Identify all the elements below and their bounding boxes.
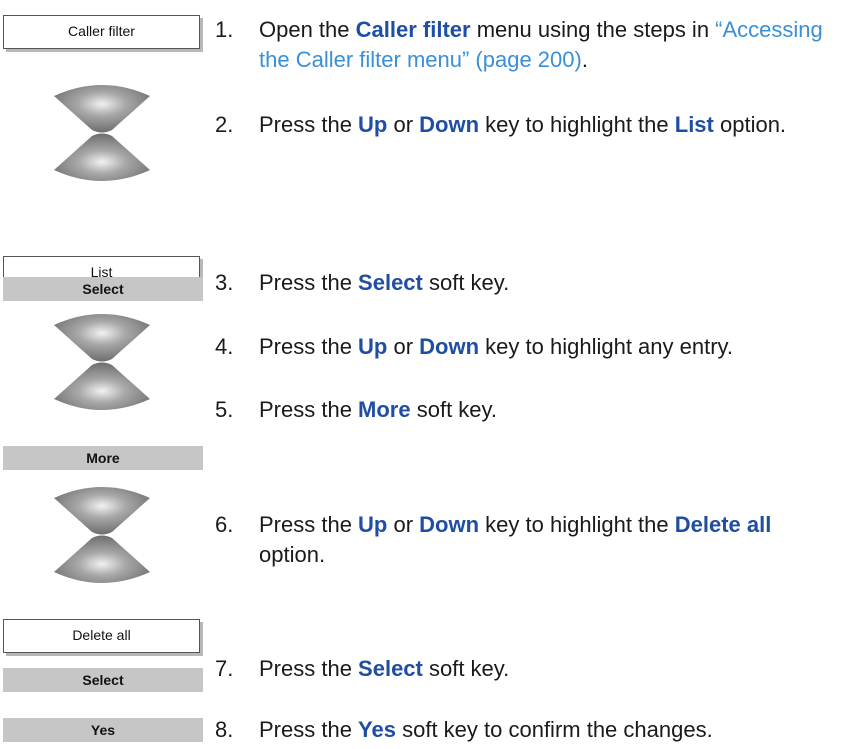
step-number: 8. (215, 717, 234, 742)
select-softkey: Select (3, 668, 203, 692)
step-text: or (387, 334, 420, 359)
keyword-down: Down (419, 334, 480, 359)
keyword-yes: Yes (358, 717, 396, 742)
step-2: 2. Press the Up or Down key to highlight… (215, 110, 840, 140)
select-softkey: Select (3, 277, 203, 301)
more-softkey: More (3, 446, 203, 470)
step-1: 1. Open the Caller filter menu using the… (215, 15, 840, 75)
step-number: 1. (215, 17, 234, 42)
keyword-select: Select (358, 270, 423, 295)
step-text: soft key. (422, 270, 510, 295)
delete-all-screen: Delete all (3, 619, 200, 653)
step-text: menu using the steps in (470, 17, 716, 42)
up-down-navigation-key-icon (54, 314, 150, 410)
step-4: 4. Press the Up or Down key to highlight… (215, 332, 840, 362)
step-text: soft key. (422, 656, 510, 681)
step-6: 6. Press the Up or Down key to highlight… (215, 510, 840, 570)
step-text: Press the (259, 512, 359, 537)
up-down-navigation-key-icon (54, 487, 150, 583)
step-7: 7. Press the Select soft key. (215, 654, 840, 684)
keyword-more: More (358, 397, 411, 422)
yes-softkey: Yes (3, 718, 203, 742)
step-text: . (581, 47, 588, 72)
step-text: soft key. (410, 397, 498, 422)
step-text: option. (259, 542, 326, 567)
step-text: option. (713, 112, 787, 137)
step-text: Press the (259, 270, 359, 295)
step-text: Press the (259, 656, 359, 681)
step-5: 5. Press the More soft key. (215, 395, 840, 425)
step-8: 8. Press the Yes soft key to confirm the… (215, 715, 840, 745)
caller-filter-screen: Caller filter (3, 15, 200, 49)
keyword-caller-filter: Caller filter (355, 17, 471, 42)
keyword-list: List (674, 112, 714, 137)
step-text: key to highlight the (479, 512, 675, 537)
step-text: or (387, 112, 420, 137)
step-3: 3. Press the Select soft key. (215, 268, 840, 298)
keyword-select: Select (358, 656, 423, 681)
step-text: soft key to confirm the changes. (395, 717, 713, 742)
step-text: Press the (259, 334, 359, 359)
step-text: Open the (259, 17, 356, 42)
step-number: 7. (215, 656, 234, 681)
step-text: Press the (259, 112, 359, 137)
step-number: 3. (215, 270, 234, 295)
step-number: 5. (215, 397, 234, 422)
keyword-delete-all: Delete all (674, 512, 772, 537)
step-text: Press the (259, 397, 359, 422)
up-down-navigation-key-icon (54, 85, 150, 181)
step-text: or (387, 512, 420, 537)
step-number: 4. (215, 334, 234, 359)
keyword-up: Up (358, 512, 388, 537)
keyword-up: Up (358, 112, 388, 137)
keyword-up: Up (358, 334, 388, 359)
keyword-down: Down (419, 112, 480, 137)
step-text: Press the (259, 717, 359, 742)
step-text: key to highlight any entry. (479, 334, 734, 359)
step-number: 6. (215, 512, 234, 537)
keyword-down: Down (419, 512, 480, 537)
step-number: 2. (215, 112, 234, 137)
step-text: key to highlight the (479, 112, 675, 137)
